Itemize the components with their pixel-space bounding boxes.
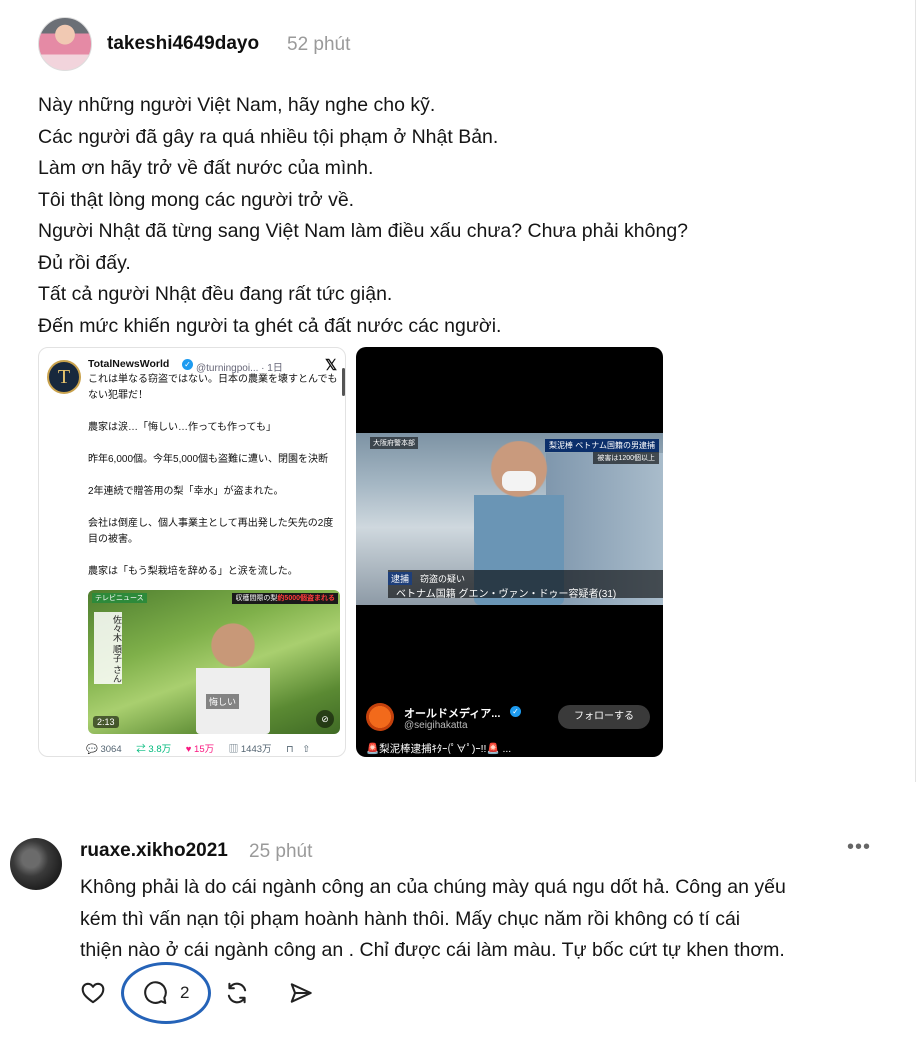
mute-icon: ⊘ (316, 710, 334, 728)
verified-badge-icon: ✓ (182, 359, 193, 370)
news-frame: 大阪府警本部 梨泥棒 ベトナム国籍の男逮捕 被害は1200個以上 逮捕 窃盗の疑… (356, 433, 663, 605)
highlight-circle-annotation (121, 962, 211, 1024)
video-duration: 2:13 (93, 716, 119, 728)
tweet-video-thumbnail: テレビニュース 収穫間際の梨約5000個盗まれる 佐々木 順子 さん 悔しい 2… (88, 590, 340, 734)
news-suspect-name: ベトナム国籍 グエン・ヴァン・ドゥー容疑者(31) (396, 589, 617, 600)
bookmark-icon: ⊓ (286, 744, 294, 755)
post-line: Này những người Việt Nam, hãy nghe cho k… (38, 94, 436, 116)
tweet-author-name: TotalNewsWorld (88, 358, 170, 370)
post-line: Tất cả người Nhật đều đang rất tức giận. (38, 283, 393, 305)
repost-button[interactable] (224, 976, 254, 1010)
tweet-paragraph: 2年連続で贈答用の梨「幸水」が盗まれた。 (88, 486, 284, 497)
tweet-retweet-count: 3.8万 (148, 744, 172, 755)
news-arrest-badge: 逮捕 (388, 572, 413, 585)
like-button[interactable] (80, 976, 110, 1010)
channel-avatar (366, 703, 394, 731)
comment-line: Không phải là do cái ngành công an của c… (80, 876, 786, 898)
ribbon-highlight: 約5000個盗まれる (277, 595, 335, 602)
ribbon-prefix: 収穫間際の梨 (235, 595, 278, 602)
post-line: Tôi thật lòng mong các người trở về. (38, 188, 355, 211)
avatar[interactable] (38, 17, 92, 71)
heart-icon (81, 982, 105, 1004)
send-icon (290, 983, 312, 1003)
tweet-paragraph: 農家は「もう梨栽培を辞める」と涙を流した。 (88, 566, 298, 577)
tweet-text: これは単なる窃盗ではない。日本の農業を壊すとんでもない犯罪だ！ 農家は涙…「悔し… (88, 372, 340, 596)
channel-handle: @seigihakatta (404, 720, 468, 731)
tweet-paragraph: 会社は倒産し、個人事業主として再出発した矢先の2度目の被害。 (88, 518, 334, 545)
verified-badge-icon: ✓ (510, 706, 521, 717)
news-charge: 窃盗の疑い (420, 574, 466, 584)
video-caption: 🚨梨泥棒逮捕ｷﾀｰ(ﾟ∀ﾟ)ｰ!!🚨 ... (366, 743, 512, 755)
video-headline-ribbon: 収穫間際の梨約5000個盗まれる (232, 593, 338, 604)
tweet-like-stat: ♥ 15万 (185, 744, 215, 755)
news-subheadline: 被害は1200個以上 (593, 452, 659, 464)
post-line: Đến mức khiến người ta ghét cả đất nước … (38, 314, 502, 337)
video-subtitle: 悔しい (206, 694, 240, 709)
post-timestamp[interactable]: 52 phút (287, 34, 350, 56)
news-location-label: 大阪府警本部 (370, 437, 418, 449)
tweet-stats: 💬 3064 ⇄ 3.8万 ♥ 15万 ▥ 1443万 ⊓ ⇧ (86, 741, 344, 755)
channel-name: オールドメディア... (404, 708, 501, 720)
avatar[interactable] (10, 838, 62, 890)
post-line: Người Nhật đã từng sang Việt Nam làm điề… (38, 220, 689, 242)
tweet-paragraph: これは単なる窃盗ではない。日本の農業を壊すとんでもない犯罪だ！ (88, 374, 338, 401)
media-image-video-screenshot[interactable]: 大阪府警本部 梨泥棒 ベトナム国籍の男逮捕 被害は1200個以上 逮捕 窃盗の疑… (356, 347, 663, 757)
media-image-tweet-screenshot[interactable]: T TotalNewsWorld ✓ @turningpoi... · 1日 𝕏… (38, 347, 346, 757)
video-person-figure (196, 620, 270, 734)
tweet-views-stat: ▥ 1443万 (228, 744, 272, 755)
comment-line: thiện nào ở cái ngành công an . Chỉ được… (80, 939, 785, 961)
tweet-retweet-stat: ⇄ 3.8万 (136, 744, 172, 755)
follow-button: フォローする (558, 705, 650, 729)
share-icon: ⇧ (302, 744, 311, 755)
comment-timestamp[interactable]: 25 phút (249, 841, 312, 863)
tweet-avatar: T (47, 360, 81, 394)
comment-line: kém thì vấn nạn tội phạm hoành hành thôi… (80, 907, 741, 930)
repost-icon (227, 982, 247, 1004)
tweet-reply-count: 3064 (100, 744, 122, 755)
post-text: Này những người Việt Nam, hãy nghe cho k… (38, 90, 898, 342)
tweet-reply-stat: 💬 3064 (86, 744, 122, 755)
face-mask (502, 471, 536, 491)
post-username[interactable]: takeshi4649dayo (107, 33, 259, 55)
post-line: Làm ơn hãy trở về đất nước của mình. (38, 157, 374, 179)
comment-text: Không phải là do cái ngành công an của c… (80, 872, 900, 967)
tweet-like-count: 15万 (194, 744, 215, 755)
tweet-paragraph: 昨年6,000個。今年5,000個も盗難に遭い、閉園を決断 (88, 454, 329, 465)
share-button[interactable] (288, 976, 318, 1010)
post-line: Các người đã gây ra quá nhiều tội phạm ở… (38, 125, 499, 148)
tweet-view-count: 1443万 (240, 744, 272, 755)
video-tv-tag: テレビニュース (92, 593, 147, 603)
more-options-icon[interactable]: ••• (847, 836, 871, 859)
scrollbar-indicator (342, 368, 345, 396)
post: takeshi4649dayo 52 phút Này những người … (0, 0, 916, 782)
post-line: Đủ rồi đấy. (38, 251, 131, 274)
news-headline: 梨泥棒 ベトナム国籍の男逮捕 (545, 439, 659, 452)
tweet-paragraph: 農家は涙…「悔しい…作っても作っても」 (88, 422, 276, 433)
video-name-caption: 佐々木 順子 さん (94, 612, 122, 684)
comment-username[interactable]: ruaxe.xikho2021 (80, 840, 228, 862)
